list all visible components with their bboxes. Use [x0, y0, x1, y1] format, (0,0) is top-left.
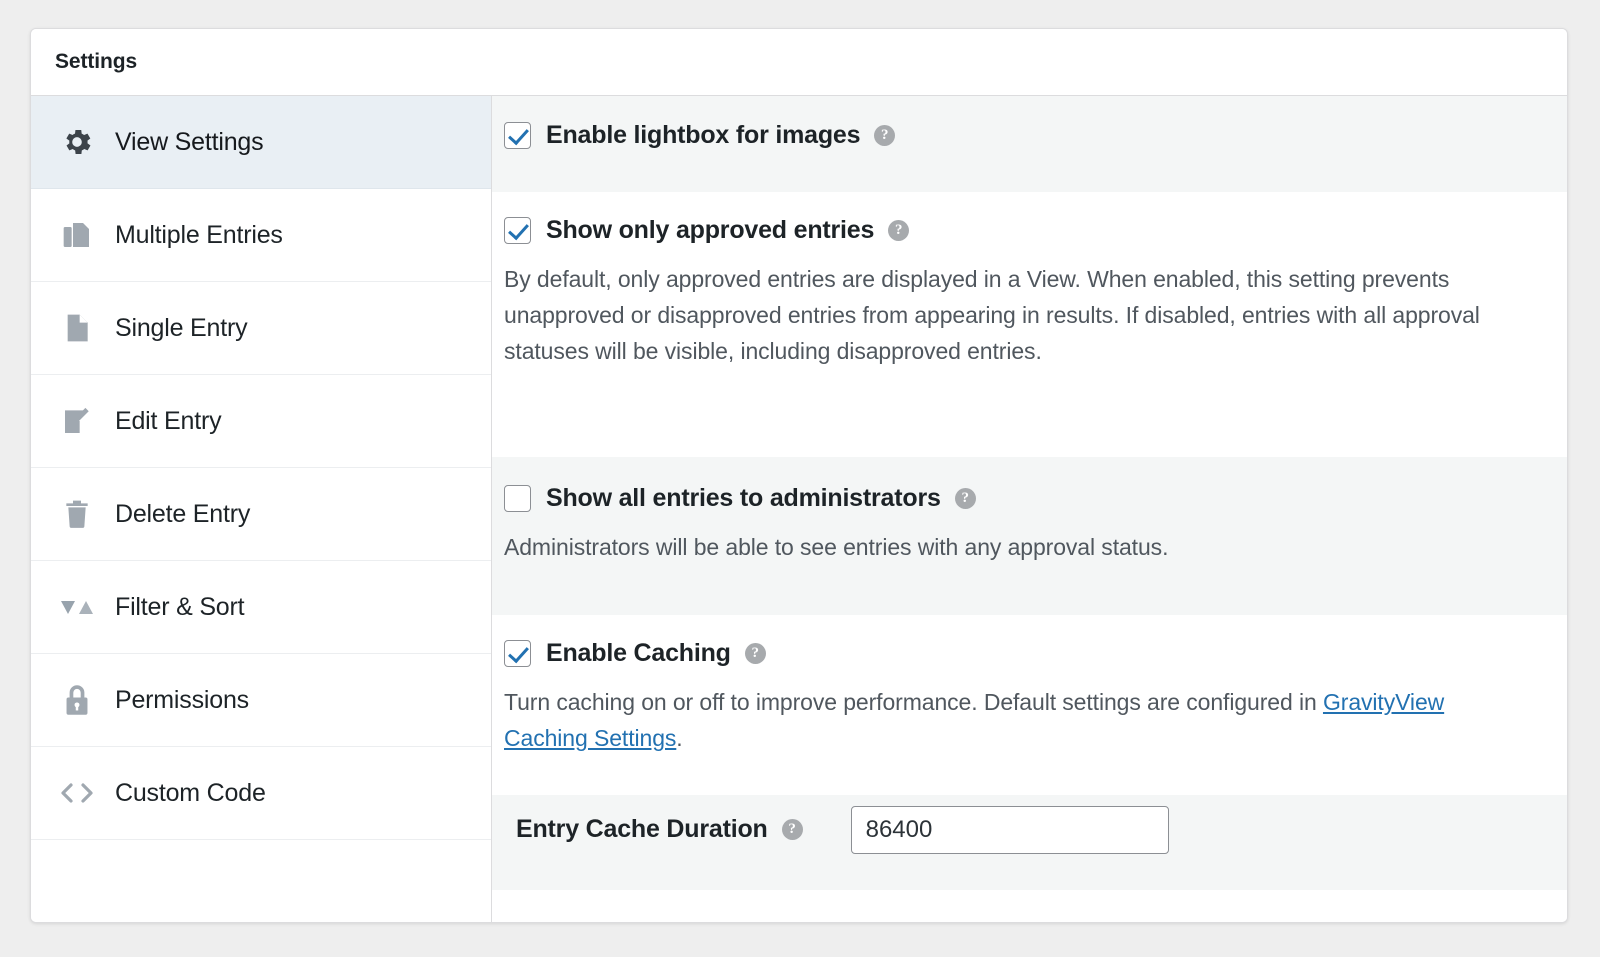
- show-all-entries-admins-checkbox[interactable]: [504, 485, 531, 512]
- copy-pages-icon: [58, 216, 96, 254]
- caching-desc-after: .: [676, 725, 683, 751]
- enable-caching-label: Enable Caching: [546, 639, 731, 667]
- pencil-edit-icon: [58, 402, 96, 440]
- sidebar-item-label: Permissions: [115, 685, 249, 714]
- enable-caching-control: Enable Caching ?: [504, 639, 1527, 668]
- sidebar-item-custom-code[interactable]: Custom Code: [31, 747, 491, 840]
- sidebar-item-multiple-entries[interactable]: Multiple Entries: [31, 189, 491, 282]
- setting-row-entry-cache-duration: Entry Cache Duration ?: [492, 795, 1567, 890]
- sidebar-empty-space: [31, 840, 491, 907]
- sidebar-item-single-entry[interactable]: Single Entry: [31, 282, 491, 375]
- sidebar-item-filter-sort[interactable]: Filter & Sort: [31, 561, 491, 654]
- settings-sidebar: View Settings Multiple Entries Single En…: [31, 96, 492, 922]
- enable-caching-description: Turn caching on or off to improve perfor…: [504, 684, 1527, 756]
- sidebar-item-label: View Settings: [115, 127, 264, 156]
- sidebar-item-label: Delete Entry: [115, 499, 251, 528]
- setting-row-show-approved-entries: Show only approved entries ? By default,…: [492, 192, 1567, 457]
- show-all-entries-admins-control: Show all entries to administrators ?: [504, 484, 1527, 513]
- enable-lightbox-control: Enable lightbox for images ?: [504, 121, 1527, 150]
- show-all-entries-admins-description: Administrators will be able to see entri…: [504, 534, 1169, 560]
- sidebar-item-label: Custom Code: [115, 778, 266, 807]
- help-icon[interactable]: ?: [874, 125, 896, 146]
- setting-row-enable-lightbox: Enable lightbox for images ?: [492, 96, 1567, 192]
- show-approved-entries-label: Show only approved entries: [546, 216, 875, 244]
- code-brackets-icon: [58, 774, 96, 812]
- show-all-entries-admins-label: Show all entries to administrators: [546, 484, 941, 512]
- panel-body: View Settings Multiple Entries Single En…: [31, 96, 1567, 922]
- sidebar-item-edit-entry[interactable]: Edit Entry: [31, 375, 491, 468]
- trash-icon: [58, 495, 96, 533]
- show-approved-entries-description: By default, only approved entries are di…: [504, 266, 1480, 364]
- setting-row-show-all-entries-admins: Show all entries to administrators ? Adm…: [492, 457, 1567, 615]
- enable-lightbox-label: Enable lightbox for images: [546, 121, 861, 149]
- settings-panel: Settings View Settings Multiple Entries …: [30, 28, 1568, 923]
- sidebar-item-label: Multiple Entries: [115, 220, 283, 249]
- sort-arrows-icon: [58, 588, 96, 626]
- gear-icon: [58, 123, 96, 161]
- help-icon[interactable]: ?: [744, 643, 766, 664]
- entry-cache-duration-control: Entry Cache Duration ?: [504, 805, 1169, 854]
- sidebar-item-label: Single Entry: [115, 313, 248, 342]
- help-icon[interactable]: ?: [781, 819, 803, 840]
- document-icon: [58, 309, 96, 347]
- sidebar-item-permissions[interactable]: Permissions: [31, 654, 491, 747]
- settings-content: Enable lightbox for images ? Show only a…: [492, 96, 1567, 922]
- sidebar-item-label: Edit Entry: [115, 406, 222, 435]
- sidebar-item-label: Filter & Sort: [115, 592, 245, 621]
- setting-row-enable-caching: Enable Caching ? Turn caching on or off …: [492, 615, 1567, 795]
- sidebar-item-delete-entry[interactable]: Delete Entry: [31, 468, 491, 561]
- enable-caching-checkbox[interactable]: [504, 640, 531, 667]
- entry-cache-duration-label: Entry Cache Duration: [516, 815, 768, 843]
- help-icon[interactable]: ?: [888, 220, 910, 241]
- lock-icon: [58, 681, 96, 719]
- show-approved-entries-control: Show only approved entries ?: [504, 216, 1527, 245]
- page-title: Settings: [55, 50, 138, 73]
- enable-lightbox-checkbox[interactable]: [504, 122, 531, 149]
- sidebar-item-view-settings[interactable]: View Settings: [31, 96, 491, 189]
- panel-header: Settings: [31, 29, 1567, 96]
- entry-cache-duration-input[interactable]: [850, 805, 1169, 854]
- help-icon[interactable]: ?: [954, 488, 976, 509]
- caching-desc-before: Turn caching on or off to improve perfor…: [504, 689, 1323, 715]
- show-approved-entries-checkbox[interactable]: [504, 217, 531, 244]
